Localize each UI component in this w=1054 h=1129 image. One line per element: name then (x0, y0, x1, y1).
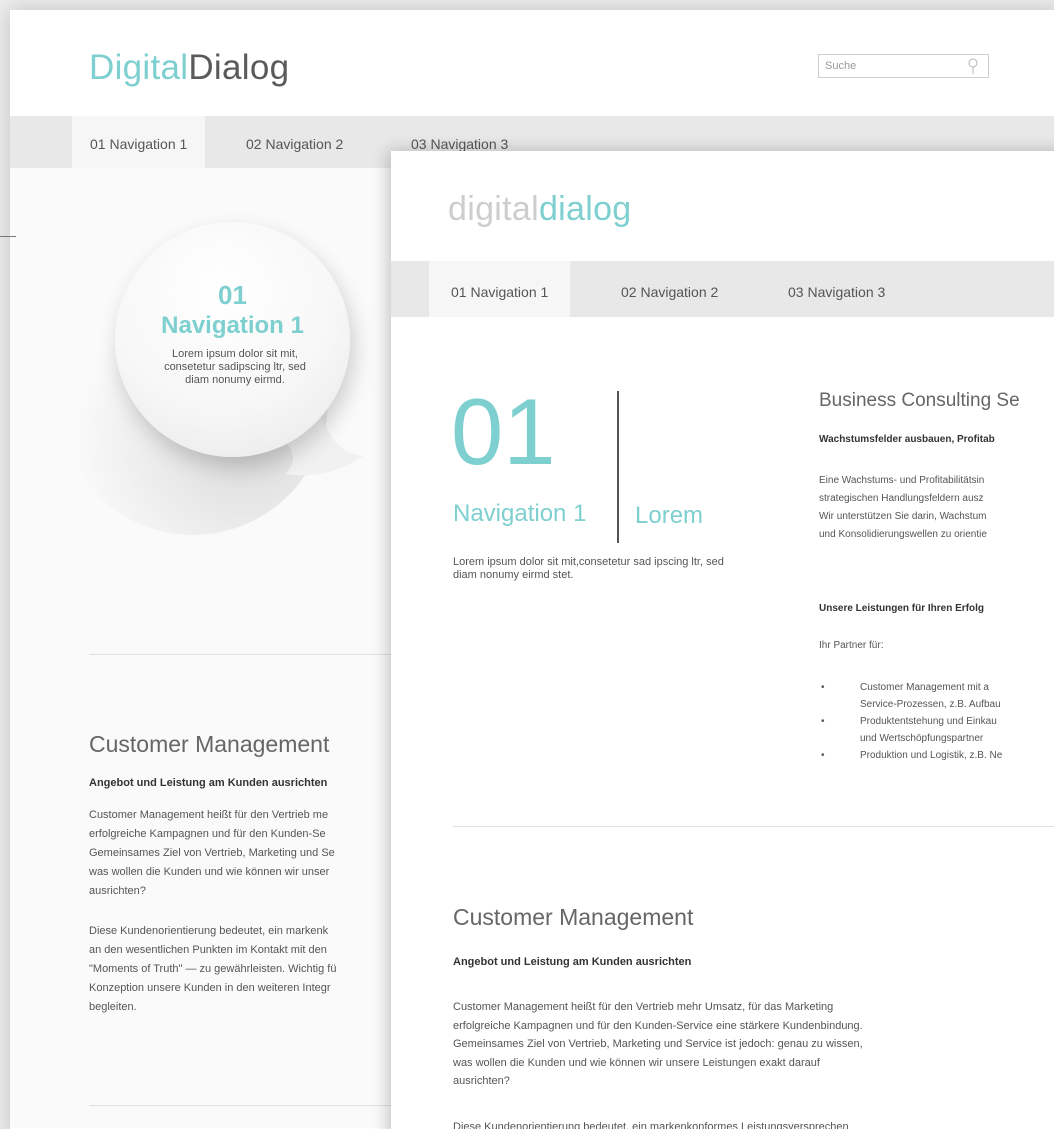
text-line: Produktentstehung und Einkau (860, 716, 997, 727)
text-line: begleiten. (89, 1001, 137, 1013)
text-line: was wollen die Kunden und wie können wir… (89, 866, 330, 878)
divider (453, 826, 1054, 827)
back-header: DigitalDialog Suche (10, 10, 1054, 116)
front-nav-item-2[interactable]: 02 Navigation 2 (599, 261, 740, 317)
text-line: und Konsolidierungswellen zu orientie (819, 529, 987, 540)
text-line: erfolgreiche Kampagnen und für den Kunde… (89, 828, 326, 840)
back-section-title: Customer Management (89, 731, 330, 757)
search-input[interactable]: Suche (818, 54, 989, 78)
front-nav-bar: 01 Navigation 1 02 Navigation 2 03 Navig… (391, 261, 1054, 317)
bubble-title: Navigation 1 (161, 312, 304, 339)
front-page-mockup: digitaldialog 01 Navigation 1 02 Navigat… (391, 151, 1054, 1129)
text-line: Diese Kundenorientierung bedeutet, ein m… (453, 1121, 849, 1129)
front-section-title: Customer Management (453, 904, 694, 930)
back-logo-part1: Digital (89, 48, 189, 87)
search-placeholder: Suche (825, 60, 857, 72)
divider (89, 1105, 409, 1106)
back-logo[interactable]: DigitalDialog (89, 48, 289, 88)
front-logo[interactable]: digitaldialog (448, 190, 631, 229)
hero-intro: Lorem ipsum dolor sit mit,consetetur sad… (453, 556, 724, 581)
hero-divider (617, 391, 619, 543)
text-line: Eine Wachstums- und Profitabilitätsin (819, 475, 985, 486)
list-item: Produktion und Logistik, z.B. Ne (819, 747, 1002, 764)
back-logo-part2: Dialog (188, 48, 290, 87)
hero-title: Navigation 1 (453, 500, 587, 527)
bubble-number: 01 (218, 280, 247, 310)
speech-bubble: 01 Navigation 1 Lorem ipsum dolor sit mi… (115, 222, 350, 457)
services-list: Customer Management mit a Service-Prozes… (819, 679, 1002, 764)
text-line: Customer Management mit a (860, 682, 989, 693)
text-line: Gemeinsames Ziel von Vertrieb, Marketing… (453, 1038, 863, 1050)
text-line: Wir unterstützen Sie darin, Wachstum (819, 511, 987, 522)
front-logo-part2: dialog (538, 190, 632, 228)
back-nav-item-2[interactable]: 02 Navigation 2 (228, 116, 361, 168)
front-section-subtitle: Angebot und Leistung am Kunden ausrichte… (453, 956, 692, 968)
front-nav-item-3[interactable]: 03 Navigation 3 (766, 261, 907, 317)
front-nav-item-1[interactable]: 01 Navigation 1 (429, 261, 571, 317)
business-title: Business Consulting Se (819, 390, 1020, 411)
front-logo-part1: digital (448, 190, 539, 228)
back-paragraph-2: Diese Kundenorientierung bedeutet, ein m… (89, 922, 399, 1017)
back-edge-line (0, 236, 16, 237)
text-line: Gemeinsames Ziel von Vertrieb, Marketing… (89, 847, 335, 859)
partner-label: Ihr Partner für: (819, 640, 884, 651)
text-line: erfolgreiche Kampagnen und für den Kunde… (453, 1019, 863, 1032)
front-paragraph-2: Diese Kundenorientierung bedeutet, ein m… (453, 1118, 1033, 1129)
text-line: Customer Management heißt für den Vertri… (453, 1001, 834, 1013)
text-line: und Wertschöpfungspartner (860, 733, 984, 744)
text-line: Konzeption unsere Kunden in den weiteren… (89, 982, 331, 994)
text-line: "Moments of Truth" — zu gewährleisten. W… (89, 963, 337, 975)
list-item: Produktentstehung und Einkau und Wertsch… (819, 713, 1002, 747)
list-item: Customer Management mit a Service-Prozes… (819, 679, 1002, 713)
search-icon[interactable] (967, 58, 979, 75)
business-paragraph: Eine Wachstums- und Profitabilitätsin st… (819, 472, 987, 544)
divider (89, 654, 409, 655)
text-line: Customer Management heißt für den Vertri… (89, 809, 329, 821)
text-line: ausrichten? (89, 885, 146, 897)
back-nav-item-1[interactable]: 01 Navigation 1 (72, 116, 206, 168)
back-paragraph-1: Customer Management heißt für den Vertri… (89, 806, 399, 901)
services-heading: Unsere Leistungen für Ihren Erfolg (819, 603, 985, 614)
back-section-subtitle: Angebot und Leistung am Kunden ausrichte… (89, 777, 328, 789)
text-line: ausrichten? (453, 1075, 510, 1087)
hero-number: 01 (451, 379, 556, 484)
hero-lorem: Lorem (635, 502, 704, 529)
business-subtitle: Wachstumsfelder ausbauen, Profitab (819, 434, 995, 445)
front-paragraph-1: Customer Management heißt für den Vertri… (453, 998, 1033, 1091)
text-line: Service-Prozessen, z.B. Aufbau (860, 699, 1001, 710)
bubble-text: Lorem ipsum dolor sit mit, consetetur sa… (164, 348, 306, 386)
text-line: an den wesentlichen Punkten im Kontakt m… (89, 944, 327, 956)
text-line: Produktion und Logistik, z.B. Ne (860, 750, 1003, 761)
text-line: was wollen die Kunden und wie können wir… (453, 1056, 820, 1069)
text-line: Diese Kundenorientierung bedeutet, ein m… (89, 925, 329, 937)
text-line: strategischen Handlungsfeldern ausz (819, 493, 984, 504)
